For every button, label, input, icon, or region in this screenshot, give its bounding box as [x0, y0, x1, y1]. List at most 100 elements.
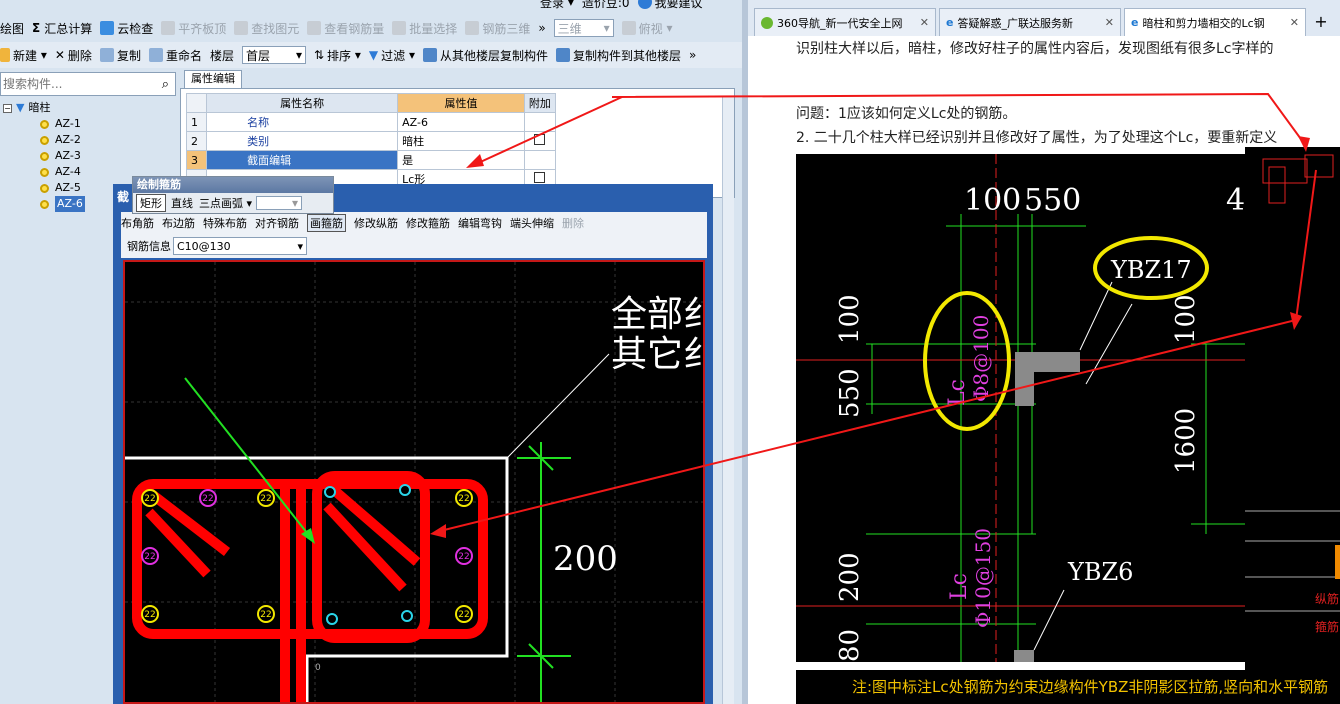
cad-dim-550: 550 — [1024, 183, 1081, 218]
property-value[interactable]: 是 — [397, 150, 525, 170]
overflow-chevron-icon[interactable]: » — [689, 48, 696, 62]
tab-glodon-qa[interactable]: e 答疑解惑_广联达服务新 ✕ — [939, 8, 1121, 36]
sort-button[interactable]: ⇅ 排序 ▾ — [314, 47, 361, 64]
ie-icon: e — [1131, 16, 1139, 29]
origin-label: 0 — [315, 663, 321, 673]
vertical-scrollbar[interactable] — [722, 96, 734, 704]
rect-mode-button[interactable]: 矩形 — [136, 194, 166, 212]
special-rebar-button[interactable]: 特殊布筋 — [203, 215, 247, 231]
copy-from-icon — [423, 48, 437, 62]
end-stretch-button[interactable]: 端头伸缩 — [510, 215, 554, 231]
property-row[interactable]: 2 类别 暗柱 — [185, 131, 557, 151]
rename-button[interactable]: 重命名 — [148, 47, 202, 64]
tree-root[interactable]: − ▼ 暗柱 — [0, 100, 180, 116]
toolbar-component: 新建 ▾ ✕ 删除 复制 重命名 楼层 首层 ▾ ⇅ 排序 ▾ ▼ 过滤 ▾ 从其他楼层… — [0, 42, 742, 68]
popup-tools: 矩形 直线 三点画弧 ▾ ▾ — [133, 193, 333, 213]
collapse-icon[interactable]: − — [3, 103, 12, 113]
search-input[interactable] — [1, 74, 149, 94]
sum-button[interactable]: Σ 汇总计算 — [32, 20, 92, 37]
component-icon — [40, 151, 49, 161]
filter-button[interactable]: ▼ 过滤 ▾ — [369, 47, 415, 64]
draw-button[interactable]: 绘图 — [0, 20, 24, 37]
cloud-check-button[interactable]: 云检查 — [100, 20, 153, 37]
delete-button[interactable]: 删除 — [562, 215, 584, 231]
tree-item-az-1[interactable]: AZ-1 — [0, 116, 180, 132]
overflow-chevron-icon[interactable]: » — [538, 21, 545, 35]
filter-icon: ▼ — [368, 48, 379, 62]
popup-select[interactable]: ▾ — [256, 196, 303, 210]
cad-detail-svg: 纵筋 箍筋 — [1245, 154, 1340, 634]
browser-pane: 360导航_新一代安全上网 ✕ e 答疑解惑_广联达服务新 ✕ e 暗柱和剪力墙相交的L… — [748, 0, 1340, 704]
cad-vdim-200: 200 — [835, 552, 865, 602]
align-rebar-button[interactable]: 对齐钢筋 — [255, 215, 299, 231]
login-menu[interactable]: 登录 ▾ — [540, 0, 574, 11]
rebar-info-bar: 钢筋信息 C10@130 ▾ — [121, 234, 707, 258]
property-value[interactable]: 暗柱 — [397, 131, 525, 151]
level-top-button[interactable]: 平齐板顶 — [161, 20, 226, 37]
property-row-selected[interactable]: 3 截面编辑 是 — [185, 150, 557, 170]
svg-text:22: 22 — [144, 552, 155, 562]
article-line-3: 2. 二十几个柱大样已经识别并且修改好了属性，为了处理这个Lc，要重新定义 — [796, 130, 1278, 146]
tree-item-az-3[interactable]: AZ-3 — [0, 148, 180, 164]
prop-tab[interactable]: 属性编辑 — [184, 70, 242, 88]
new-button[interactable]: 新建 ▾ — [0, 47, 47, 64]
dimension-value: 200 — [553, 539, 618, 579]
floor-label: 楼层 — [209, 48, 234, 63]
copy-from-floor-button[interactable]: 从其他楼层复制构件 — [423, 47, 548, 64]
toolbar-main: 绘图 Σ 汇总计算 云检查 平齐板顶 查找图元 查看钢筋量 批量选择 钢筋三维 »… — [0, 15, 742, 41]
search-icon[interactable]: ⌕ — [162, 77, 169, 92]
draw-stirrup-button[interactable]: 画箍筋 — [307, 214, 346, 232]
extra-checkbox[interactable] — [534, 134, 546, 145]
component-icon — [40, 167, 49, 177]
extra-checkbox[interactable] — [534, 172, 546, 183]
cad-red-label-1: 纵筋 — [1315, 591, 1339, 606]
find-element-button[interactable]: 查找图元 — [234, 20, 299, 37]
tab-article[interactable]: e 暗柱和剪力墙相交的Lc钢 ✕ — [1124, 8, 1306, 36]
line-mode-button[interactable]: 直线 — [171, 195, 193, 211]
cad-leader-ybz6 — [1033, 589, 1065, 651]
new-tab-button[interactable]: + — [1309, 8, 1333, 36]
batch-select-button[interactable]: 批量选择 — [392, 20, 457, 37]
dialog-toolbar: 布角筋 布边筋 特殊布筋 对齐钢筋 画箍筋 修改纵筋 修改箍筋 编辑弯钩 端头伸… — [121, 212, 707, 234]
modify-long-rebar-button[interactable]: 修改纵筋 — [354, 215, 398, 231]
close-icon[interactable]: ✕ — [920, 16, 929, 29]
section-canvas[interactable]: 全部纟 其它纟 200 22 22 22 22 22 22 22 22 22 0 — [123, 260, 719, 704]
bulb-icon — [637, 0, 652, 9]
leader-line — [506, 353, 610, 459]
zaojia-counter: 造价豆:0 — [581, 0, 630, 10]
cad-vdim-80: 80 — [835, 629, 865, 662]
view-rebar-button[interactable]: 查看钢筋量 — [307, 20, 384, 37]
top-view-select[interactable]: 俯视 ▾ — [621, 20, 673, 37]
label-all-rebar: 全部纟 — [611, 294, 703, 335]
copy-to-floor-button[interactable]: 复制构件到其他楼层 — [556, 47, 681, 64]
corner-rebar-button[interactable]: 布角筋 — [121, 215, 154, 231]
suggest-link[interactable]: 我要建议 — [637, 0, 703, 11]
modify-stirrup-button[interactable]: 修改箍筋 — [406, 215, 450, 231]
tab-360[interactable]: 360导航_新一代安全上网 ✕ — [754, 8, 936, 36]
edit-hook-button[interactable]: 编辑弯钩 — [458, 215, 502, 231]
edge-rebar-button[interactable]: 布边筋 — [162, 215, 195, 231]
svg-text:22: 22 — [260, 494, 271, 504]
cad-leader-2 — [1085, 303, 1133, 385]
svg-text:22: 22 — [144, 494, 155, 504]
search-box: ⌕ — [0, 72, 176, 96]
floor-select[interactable]: 首层 ▾ — [241, 46, 306, 64]
header-prop-name: 属性名称 — [206, 93, 399, 113]
arc-mode-button[interactable]: 三点画弧 ▾ — [199, 195, 252, 211]
close-icon[interactable]: ✕ — [1290, 16, 1299, 29]
rebar-info-select[interactable]: C10@130 ▾ — [173, 237, 307, 255]
delete-button[interactable]: ✕ 删除 — [55, 47, 92, 64]
property-row[interactable]: 1 名称 AZ-6 — [185, 112, 557, 132]
top-menu: 登录 ▾ 造价豆:0 我要建议 — [540, 0, 711, 12]
copy-button[interactable]: 复制 — [99, 47, 141, 64]
browser-tab-bar: 360导航_新一代安全上网 ✕ e 答疑解惑_广联达服务新 ✕ e 暗柱和剪力墙相交的L… — [748, 0, 1340, 36]
cad-ybz6: YBZ6 — [1067, 558, 1133, 586]
property-value[interactable]: AZ-6 — [397, 112, 525, 132]
tree-item-az-2[interactable]: AZ-2 — [0, 132, 180, 148]
rebar-3d-button[interactable]: 钢筋三维 — [465, 20, 530, 37]
close-icon[interactable]: ✕ — [1105, 16, 1114, 29]
cad-column-section — [1015, 352, 1080, 406]
view-3d-select[interactable]: 三维 ▾ — [553, 19, 614, 37]
grid-icon — [465, 21, 480, 35]
check-icon — [100, 21, 115, 35]
